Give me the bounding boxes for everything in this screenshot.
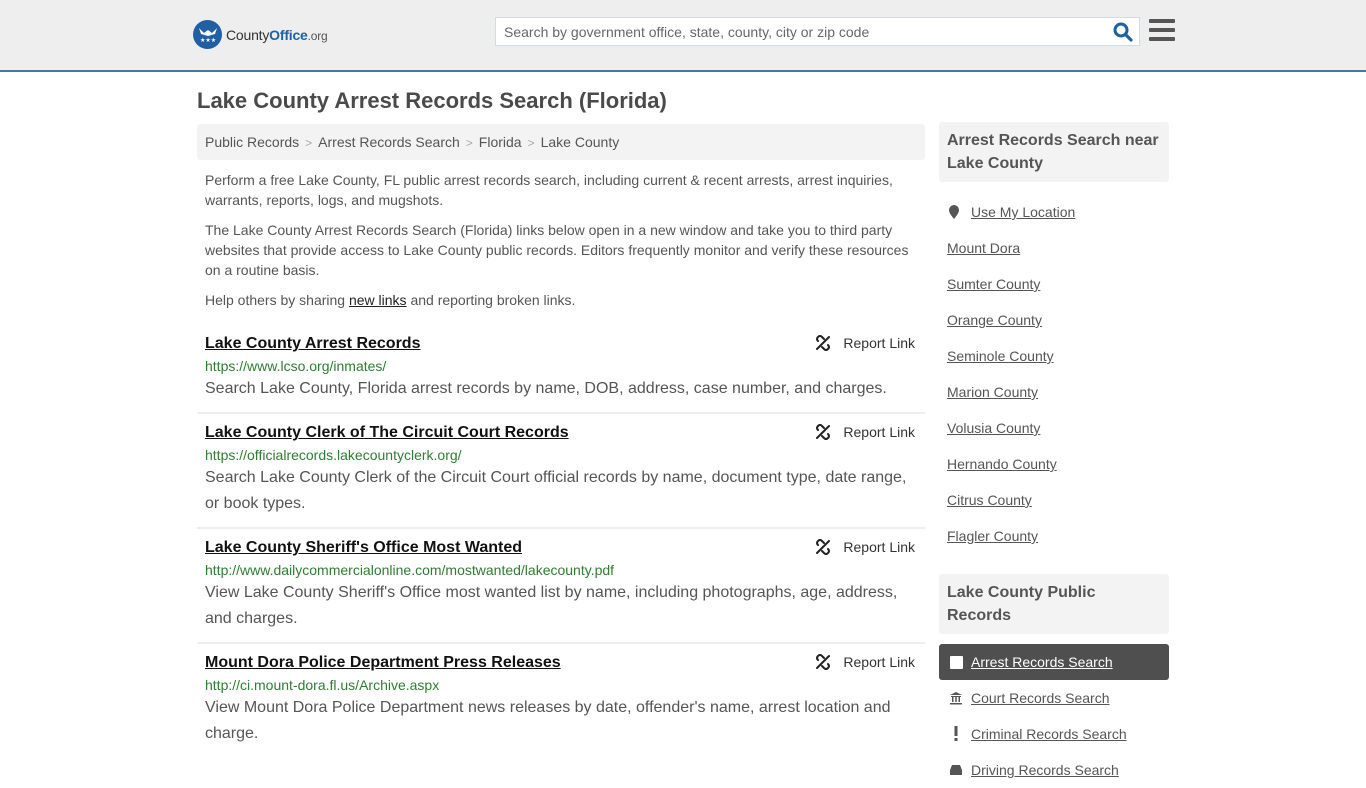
result-description: View Lake County Sheriff's Office most w… <box>205 584 898 627</box>
nearby-item: Marion County <box>947 374 1169 410</box>
breadcrumb-separator: > <box>305 136 313 150</box>
eagle-stars-logo-icon: ★★★ <box>193 20 222 49</box>
nearby-item: Hernando County <box>947 446 1169 482</box>
driving-records-search-link[interactable]: Driving Records Search <box>971 762 1119 778</box>
hamburger-menu-icon[interactable] <box>1149 19 1175 41</box>
intro-paragraph-1: Perform a free Lake County, FL public ar… <box>205 172 893 208</box>
nearby-link-orange-county[interactable]: Orange County <box>947 312 1042 328</box>
result-url: http://www.dailycommercialonline.com/mos… <box>205 562 615 578</box>
nearby-link-flagler-county[interactable]: Flagler County <box>947 528 1038 544</box>
logo-link[interactable]: ★★★ CountyOffice.org <box>193 20 328 49</box>
broken-link-icon <box>816 335 831 351</box>
results-list: Lake County Arrest Records Report Link h… <box>197 325 925 757</box>
report-link-button[interactable]: Report Link <box>815 335 915 351</box>
result-description: Search Lake County, Florida arrest recor… <box>205 380 887 397</box>
use-my-location-item: Use My Location <box>947 194 1169 230</box>
nearby-item: Mount Dora <box>947 230 1169 266</box>
map-pin-icon <box>949 205 959 219</box>
result-item: Mount Dora Police Department Press Relea… <box>197 644 925 757</box>
search-box <box>495 17 1140 46</box>
result-item: Lake County Sheriff's Office Most Wanted… <box>197 529 925 644</box>
nearby-item: Seminole County <box>947 338 1169 374</box>
result-title-link[interactable]: Lake County Sheriff's Office Most Wanted <box>205 538 522 558</box>
intro-paragraph-2: The Lake County Arrest Records Search (F… <box>205 222 909 278</box>
new-links-link[interactable]: new links <box>349 292 407 308</box>
nearby-link-citrus-county[interactable]: Citrus County <box>947 492 1032 508</box>
search-icon[interactable] <box>1113 22 1133 42</box>
nearby-link-marion-county[interactable]: Marion County <box>947 384 1038 400</box>
breadcrumb: Public Records > Arrest Records Search > Flo… <box>197 124 925 160</box>
nearby-heading: Arrest Records Search near Lake County <box>939 122 1169 182</box>
records-item-arrest[interactable]: Arrest Records Search <box>939 644 1169 680</box>
logo-text: CountyOffice.org <box>226 26 328 43</box>
result-url: https://www.lcso.org/inmates/ <box>205 358 387 374</box>
report-link-button[interactable]: Report Link <box>815 654 915 670</box>
public-records-list: Arrest Records Search Court Records Sear… <box>939 644 1169 788</box>
square-icon <box>949 655 963 669</box>
nearby-item: Volusia County <box>947 410 1169 446</box>
result-item: Lake County Clerk of The Circuit Court R… <box>197 414 925 529</box>
result-url: https://officialrecords.lakecountyclerk.… <box>205 447 462 463</box>
result-title-link[interactable]: Lake County Clerk of The Circuit Court R… <box>205 423 569 443</box>
nearby-link-mount-dora[interactable]: Mount Dora <box>947 240 1020 256</box>
sidebar: Arrest Records Search near Lake County U… <box>939 122 1169 788</box>
broken-link-icon <box>816 539 831 555</box>
breadcrumb-florida[interactable]: Florida <box>479 134 522 150</box>
nearby-list: Use My Location Mount Dora Sumter County… <box>939 182 1169 554</box>
records-item-driving[interactable]: Driving Records Search <box>939 752 1169 788</box>
courthouse-icon <box>949 691 963 705</box>
use-my-location-link[interactable]: Use My Location <box>971 204 1075 220</box>
arrest-records-search-link[interactable]: Arrest Records Search <box>971 654 1113 670</box>
result-title-link[interactable]: Lake County Arrest Records <box>205 334 420 354</box>
svg-text:★★★: ★★★ <box>200 37 216 44</box>
search-input[interactable] <box>496 18 1106 45</box>
intro-text: Perform a free Lake County, FL public ar… <box>205 170 920 320</box>
page-title: Lake County Arrest Records Search (Flori… <box>197 88 667 113</box>
nearby-item: Sumter County <box>947 266 1169 302</box>
breadcrumb-arrest-records-search[interactable]: Arrest Records Search <box>318 134 460 150</box>
intro-paragraph-3: Help others by sharing new links and rep… <box>205 292 576 308</box>
nearby-link-seminole-county[interactable]: Seminole County <box>947 348 1054 364</box>
car-icon <box>949 764 963 776</box>
nearby-item: Citrus County <box>947 482 1169 518</box>
site-header: ★★★ CountyOffice.org <box>0 0 1366 72</box>
nearby-link-sumter-county[interactable]: Sumter County <box>947 276 1040 292</box>
records-item-court[interactable]: Court Records Search <box>939 680 1169 716</box>
records-item-criminal[interactable]: Criminal Records Search <box>939 716 1169 752</box>
result-description: Search Lake County Clerk of the Circuit … <box>205 469 907 512</box>
court-records-search-link[interactable]: Court Records Search <box>971 690 1110 706</box>
report-link-button[interactable]: Report Link <box>815 424 915 440</box>
nearby-link-hernando-county[interactable]: Hernando County <box>947 456 1057 472</box>
breadcrumb-lake-county[interactable]: Lake County <box>541 134 620 150</box>
breadcrumb-separator: > <box>465 136 473 150</box>
criminal-records-search-link[interactable]: Criminal Records Search <box>971 726 1127 742</box>
result-title-link[interactable]: Mount Dora Police Department Press Relea… <box>205 653 561 673</box>
result-url: http://ci.mount-dora.fl.us/Archive.aspx <box>205 677 440 693</box>
result-description: View Mount Dora Police Department news r… <box>205 699 891 742</box>
breadcrumb-public-records[interactable]: Public Records <box>205 134 299 150</box>
report-link-button[interactable]: Report Link <box>815 539 915 555</box>
broken-link-icon <box>816 654 831 670</box>
result-item: Lake County Arrest Records Report Link h… <box>197 325 925 414</box>
breadcrumb-separator: > <box>527 136 535 150</box>
broken-link-icon <box>816 424 831 440</box>
nearby-item: Flagler County <box>947 518 1169 554</box>
exclamation-icon <box>949 726 963 742</box>
nearby-item: Orange County <box>947 302 1169 338</box>
public-records-heading: Lake County Public Records <box>939 574 1169 634</box>
nearby-link-volusia-county[interactable]: Volusia County <box>947 420 1040 436</box>
